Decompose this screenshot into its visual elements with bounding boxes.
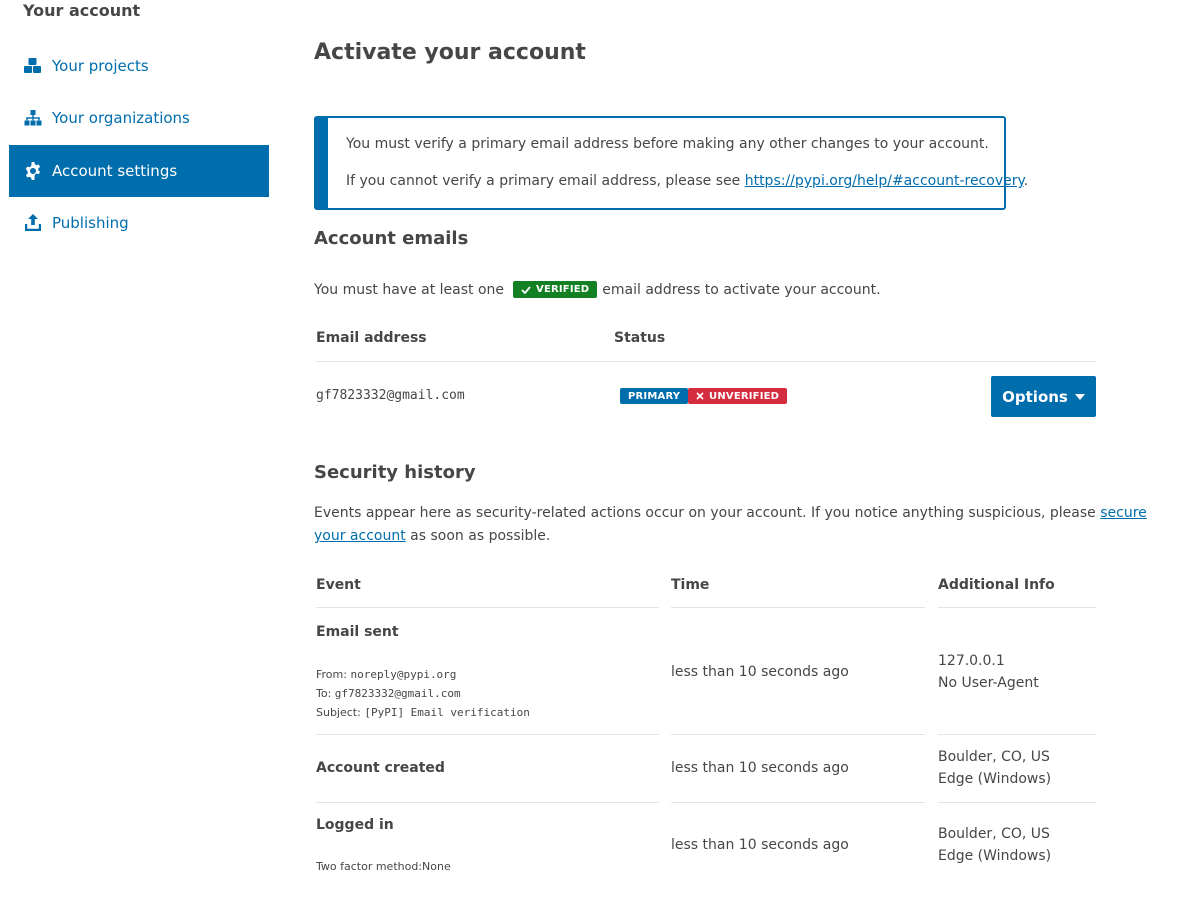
table-divider xyxy=(671,607,925,608)
upload-icon xyxy=(23,213,43,233)
event-detail-subject: Subject: [PyPI] Email verification xyxy=(316,706,530,719)
subject-label: Subject: xyxy=(316,706,361,719)
account-emails-heading: Account emails xyxy=(314,228,469,249)
column-header-status: Status xyxy=(614,330,666,346)
sidebar-item-publishing[interactable]: Publishing xyxy=(9,197,269,249)
account-recovery-link[interactable]: https://pypi.org/help/#account-recovery xyxy=(745,173,1024,189)
unverified-badge: UNVERIFIED xyxy=(688,388,788,404)
verified-badge-label: VERIFIED xyxy=(536,284,590,295)
emails-intro-suffix: email address to activate your account. xyxy=(602,281,881,298)
sidebar-item-label: Your projects xyxy=(52,57,149,75)
notice-line-2-suffix: . xyxy=(1023,173,1029,189)
security-intro-line-2: your account as soon as possible. xyxy=(314,528,550,544)
unverified-badge-label: UNVERIFIED xyxy=(709,390,780,402)
emails-intro: You must have at least one VERIFIED emai… xyxy=(314,281,881,298)
table-divider xyxy=(671,734,925,735)
options-button-label: Options xyxy=(1002,387,1068,406)
event-info-2: Edge (Windows) xyxy=(938,848,1052,864)
notice-line-2: If you cannot verify a primary email add… xyxy=(346,173,1028,189)
column-header-additional-info: Additional Info xyxy=(938,577,1055,593)
verify-notice: You must verify a primary email address … xyxy=(314,116,1028,210)
event-name: Email sent xyxy=(316,624,399,640)
event-time: less than 10 seconds ago xyxy=(671,837,849,853)
table-divider xyxy=(316,361,1096,362)
verified-badge: VERIFIED xyxy=(513,281,598,298)
sidebar-item-account-settings[interactable]: Account settings xyxy=(9,145,269,197)
column-header-event: Event xyxy=(316,577,361,593)
secure-account-link[interactable]: secure xyxy=(1100,505,1147,521)
column-header-email: Email address xyxy=(316,330,427,346)
page-title: Activate your account xyxy=(314,40,586,65)
event-time: less than 10 seconds ago xyxy=(671,760,849,776)
sitemap-icon xyxy=(23,108,43,128)
table-divider xyxy=(316,734,659,735)
cubes-icon xyxy=(23,56,43,76)
security-intro-line-1: Events appear here as security-related a… xyxy=(314,505,1147,521)
to-label: To: xyxy=(316,687,332,700)
options-button[interactable]: Options xyxy=(991,376,1096,417)
event-name: Account created xyxy=(316,760,445,776)
caret-down-icon xyxy=(1074,393,1085,400)
primary-badge: PRIMARY xyxy=(620,388,689,404)
notice-line-1: You must verify a primary email address … xyxy=(346,136,989,152)
event-info-2: Edge (Windows) xyxy=(938,771,1052,787)
sidebar-item-label: Your organizations xyxy=(52,109,190,127)
to-value: gf7823332@gmail.com xyxy=(334,687,461,700)
security-intro-suffix: as soon as possible. xyxy=(410,528,551,544)
gear-icon xyxy=(23,161,43,181)
check-icon xyxy=(521,285,531,294)
table-divider xyxy=(316,607,659,608)
security-history-heading: Security history xyxy=(314,462,476,483)
from-label: From: xyxy=(316,668,347,681)
sidebar-heading: Your account xyxy=(23,1,141,20)
event-detail-to: To: gf7823332@gmail.com xyxy=(316,687,461,700)
event-detail: Two factor method:None xyxy=(316,860,451,873)
sidebar-item-label: Account settings xyxy=(52,162,178,180)
event-detail-from: From: noreply@pypi.org xyxy=(316,668,456,681)
subject-value: [PyPI] Email verification xyxy=(364,706,530,719)
email-address: gf7823332@gmail.com xyxy=(316,388,465,403)
event-info-1: Boulder, CO, US xyxy=(938,826,1050,842)
event-time: less than 10 seconds ago xyxy=(671,664,849,680)
event-info-2: No User-Agent xyxy=(938,675,1039,691)
table-divider xyxy=(316,802,659,803)
table-divider xyxy=(671,802,925,803)
sidebar-item-your-organizations[interactable]: Your organizations xyxy=(9,92,269,144)
emails-intro-text: You must have at least one xyxy=(314,281,505,298)
x-icon xyxy=(696,392,704,400)
event-name: Logged in xyxy=(316,817,394,833)
table-divider xyxy=(938,802,1096,803)
sidebar-item-your-projects[interactable]: Your projects xyxy=(9,40,269,92)
secure-account-link-2[interactable]: your account xyxy=(314,528,406,544)
table-divider xyxy=(938,734,1096,735)
event-info-1: 127.0.0.1 xyxy=(938,653,1005,669)
event-info-1: Boulder, CO, US xyxy=(938,749,1050,765)
sidebar-item-label: Publishing xyxy=(52,214,129,232)
column-header-time: Time xyxy=(671,577,710,593)
table-divider xyxy=(938,607,1096,608)
security-intro-text: Events appear here as security-related a… xyxy=(314,505,1096,521)
notice-line-2-text: If you cannot verify a primary email add… xyxy=(346,173,745,189)
from-value: noreply@pypi.org xyxy=(350,668,457,681)
